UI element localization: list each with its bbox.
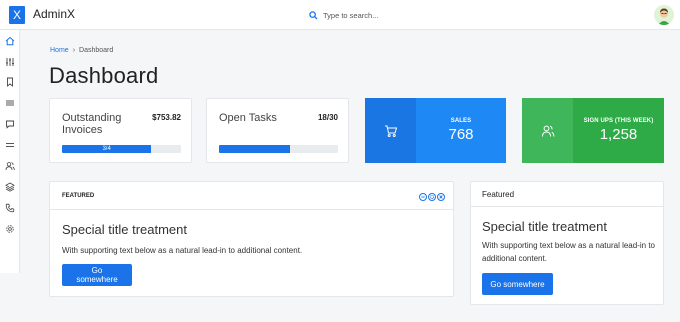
sidebar-item-users[interactable] <box>5 161 15 171</box>
go-somewhere-button[interactable]: Go somewhere <box>62 264 132 286</box>
sliders-icon <box>6 58 14 66</box>
top-navbar: X AdminX <box>0 0 680 30</box>
settings-icon <box>6 225 14 233</box>
sidebar-item-phone[interactable] <box>5 203 15 213</box>
users-icon <box>5 162 15 171</box>
sidebar-item-chat[interactable] <box>5 119 15 129</box>
open-tasks-card: Open Tasks 18/30 <box>206 98 349 163</box>
breadcrumb: Home › Dashboard <box>50 47 113 54</box>
avatar[interactable] <box>654 5 674 25</box>
users-icon <box>541 125 554 137</box>
sidebar-item-home[interactable] <box>5 36 15 46</box>
search-bar[interactable] <box>309 8 509 22</box>
sidebar-item-bookmark[interactable] <box>5 77 15 87</box>
breadcrumb-home-link[interactable]: Home <box>50 47 69 54</box>
signups-value: 1,258 <box>599 126 638 143</box>
signups-tile[interactable]: SIGN UPS (THIS WEEK) 1,258 <box>522 98 664 163</box>
list-icon <box>6 143 14 147</box>
outstanding-invoices-card: Outstanding Invoices $753.82 3/4 <box>49 98 192 163</box>
featured-card-header: FEATURED <box>50 182 453 210</box>
featured-side-title: Special title treatment <box>482 219 608 234</box>
search-input[interactable] <box>323 10 473 20</box>
chat-icon <box>6 120 14 129</box>
minus-icon <box>421 196 425 198</box>
page-title: Dashboard <box>49 63 159 88</box>
brand-name[interactable]: AdminX <box>33 7 75 21</box>
sidebar-item-list[interactable] <box>5 140 15 150</box>
tasks-progress-fill <box>219 145 291 153</box>
invoices-progress-bar: 3/4 <box>62 145 181 153</box>
invoices-label: Outstanding Invoices <box>62 112 122 136</box>
gear-icon <box>429 194 435 200</box>
tasks-value: 18/30 <box>317 113 338 122</box>
featured-text: With supporting text below as a natural … <box>62 246 303 255</box>
invoices-value: $753.82 <box>152 113 181 122</box>
sidebar <box>0 30 20 273</box>
search-icon <box>309 10 318 20</box>
sales-tile[interactable]: SALES 768 <box>365 98 506 163</box>
bookmark-icon <box>7 77 13 87</box>
featured-side-header-label: Featured <box>482 190 515 199</box>
user-avatar-icon <box>654 5 674 25</box>
close-button[interactable] <box>437 193 445 201</box>
sidebar-item-settings[interactable] <box>5 224 15 234</box>
featured-title: Special title treatment <box>62 222 188 237</box>
invoices-progress-fill: 3/4 <box>62 145 152 153</box>
breadcrumb-current: Dashboard <box>79 47 114 54</box>
menu-icon <box>6 100 14 106</box>
app-logo[interactable]: X <box>9 6 25 24</box>
sidebar-item-layers[interactable] <box>5 182 15 192</box>
layers-icon <box>5 182 15 192</box>
tasks-progress-bar <box>219 145 338 153</box>
go-somewhere-button-side[interactable]: Go somewhere <box>482 273 553 295</box>
signups-title: SIGN UPS (THIS WEEK) <box>583 118 654 124</box>
featured-header-label: FEATURED <box>62 193 95 199</box>
featured-side-text: With supporting text below as a natural … <box>482 241 655 263</box>
cart-icon <box>384 125 397 137</box>
minimize-button[interactable] <box>419 193 427 201</box>
phone-icon <box>5 203 15 213</box>
sidebar-item-sliders[interactable] <box>5 57 15 67</box>
featured-card-side: Featured Special title treatment With su… <box>470 181 664 305</box>
sales-icon-panel <box>365 98 416 163</box>
signups-icon-panel <box>522 98 573 163</box>
home-icon <box>5 36 15 46</box>
sidebar-item-menu[interactable] <box>5 98 15 108</box>
close-icon <box>439 195 443 199</box>
featured-card-main: FEATURED Special title treatment With su… <box>49 181 454 297</box>
tasks-label: Open Tasks <box>219 112 277 124</box>
breadcrumb-separator: › <box>72 47 76 54</box>
settings-button[interactable] <box>428 193 436 201</box>
sales-value: 768 <box>448 126 474 143</box>
sales-title: SALES <box>450 118 472 124</box>
featured-side-header: Featured <box>471 182 663 207</box>
card-controls <box>419 193 445 201</box>
